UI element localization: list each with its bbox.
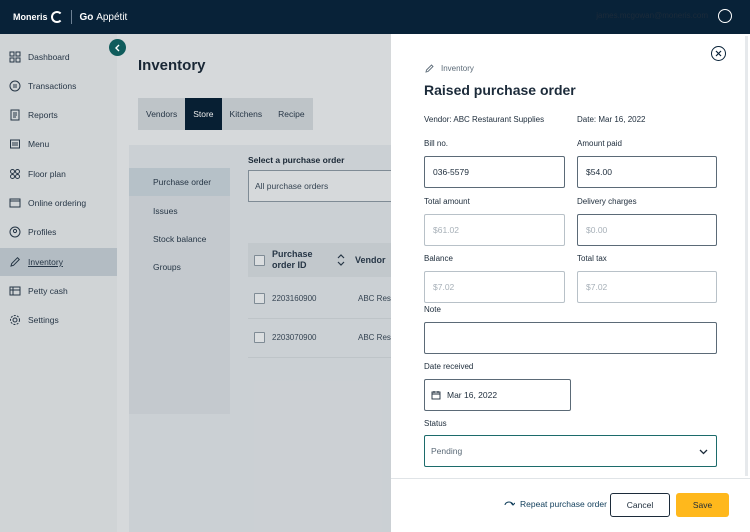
repeat-label: Repeat purchase order: [520, 499, 607, 509]
repeat-icon: [504, 501, 515, 506]
total-amount-field: $61.02: [424, 214, 565, 246]
total-tax-label: Total tax: [577, 254, 607, 263]
status-label: Status: [424, 419, 447, 428]
modal-backdrop[interactable]: [0, 34, 391, 532]
note-input[interactable]: [424, 322, 717, 354]
brand-name: Go Appétit: [80, 12, 128, 23]
panel-title: Raised purchase order: [424, 82, 576, 98]
cancel-button[interactable]: Cancel: [610, 493, 670, 517]
pencil-icon: [425, 64, 434, 73]
save-button[interactable]: Save: [676, 493, 729, 517]
date-received-value: Mar 16, 2022: [447, 390, 498, 400]
total-amount-label: Total amount: [424, 197, 470, 206]
status-select[interactable]: Pending: [424, 435, 717, 467]
repeat-purchase-order-button[interactable]: Repeat purchase order: [503, 499, 607, 509]
note-label: Note: [424, 305, 441, 314]
close-icon: [715, 50, 722, 57]
delivery-charges-label: Delivery charges: [577, 197, 637, 206]
balance-label: Balance: [424, 254, 453, 263]
total-tax-field: $7.02: [577, 271, 717, 303]
vendor-info: Vendor: ABC Restaurant Supplies: [424, 115, 545, 124]
amount-paid-input[interactable]: $54.00: [577, 156, 717, 188]
breadcrumb-inventory[interactable]: Inventory: [441, 64, 474, 73]
collapse-sidebar-button[interactable]: [109, 39, 126, 56]
chevron-left-icon: [115, 44, 120, 51]
status-value: Pending: [431, 446, 463, 456]
order-date: Date: Mar 16, 2022: [577, 115, 646, 124]
moneris-logo: Moneris: [13, 11, 63, 23]
panel-scrollbar[interactable]: [745, 36, 748, 476]
brand-bold: Go: [79, 11, 94, 23]
bill-no-input[interactable]: 036-5579: [424, 156, 565, 188]
close-panel-button[interactable]: [711, 46, 726, 61]
date-received-picker[interactable]: Mar 16, 2022: [424, 379, 571, 411]
logo-text: Moneris: [13, 12, 48, 22]
calendar-icon: [431, 391, 441, 400]
amount-paid-label: Amount paid: [577, 139, 622, 148]
date-received-label: Date received: [424, 362, 474, 371]
balance-field: $7.02: [424, 271, 565, 303]
brand-rest: Appétit: [96, 11, 128, 23]
logo-mark-icon: [50, 11, 63, 23]
chevron-down-icon: [699, 449, 708, 455]
delivery-charges-input[interactable]: $0.00: [577, 214, 717, 246]
user-avatar-icon[interactable]: [718, 9, 732, 23]
user-email[interactable]: james.mcgowan@moneris.com: [596, 11, 708, 20]
bill-no-label: Bill no.: [424, 139, 449, 148]
header-divider: [70, 10, 72, 24]
breadcrumb: Inventory: [424, 63, 474, 74]
